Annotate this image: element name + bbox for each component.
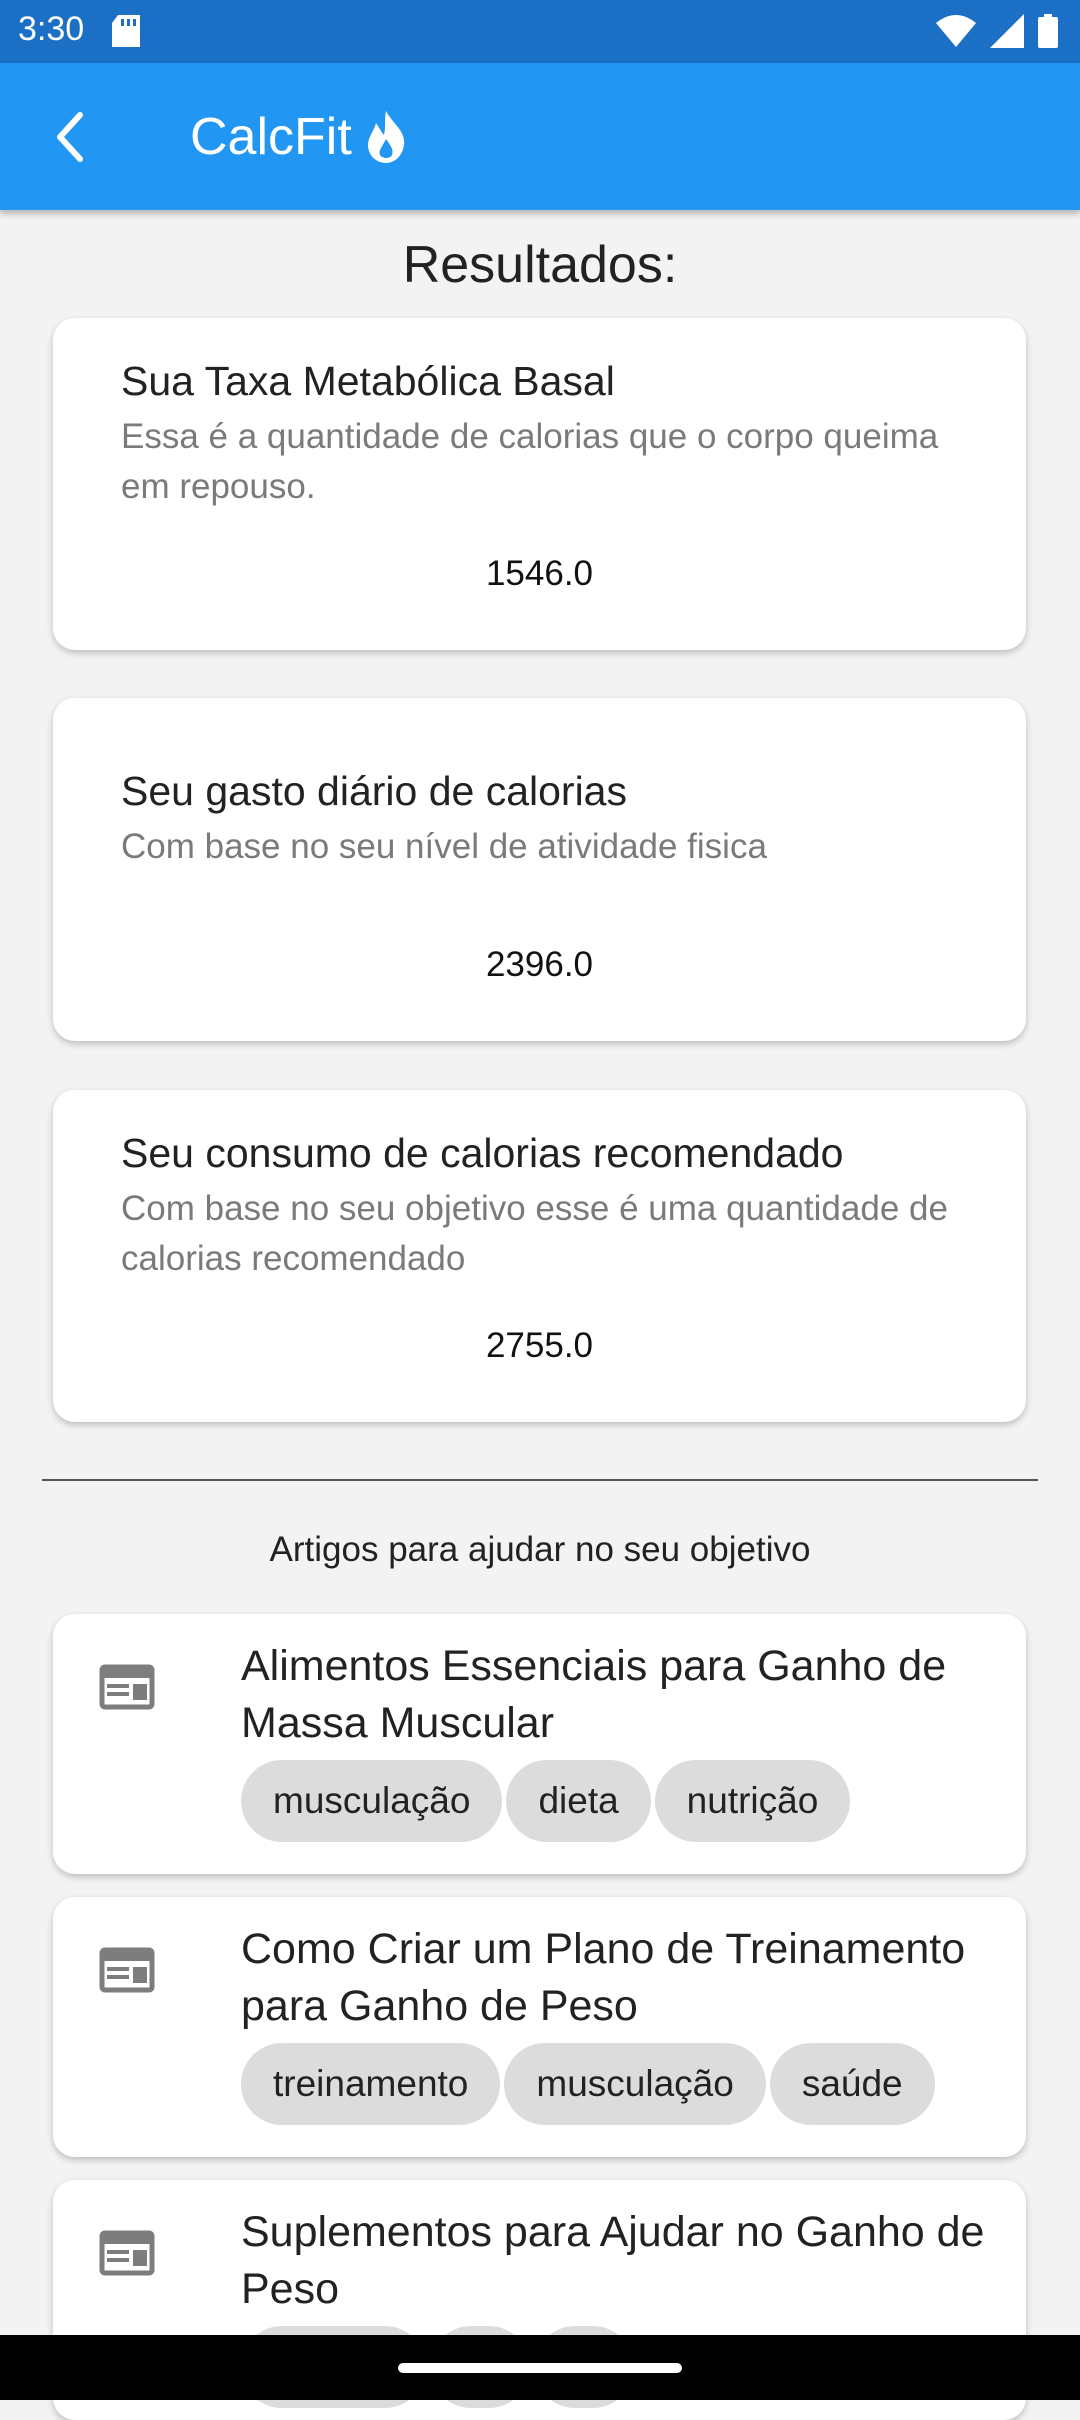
tag-list: musculação dieta nutrição: [241, 1760, 851, 1842]
article-title: Como Criar um Plano de Treinamento para …: [241, 1925, 966, 2030]
tag-chip[interactable]: dieta: [506, 1760, 651, 1842]
card-value: 2396.0: [485, 945, 594, 984]
tag-chip[interactable]: musculação: [504, 2043, 766, 2125]
bmr-card: Sua Taxa Metabólica Basal Essa é a quant…: [53, 318, 1026, 650]
card-title: Seu consumo de calorias recomendado: [121, 1130, 844, 1176]
card-title: Sua Taxa Metabólica Basal: [121, 358, 615, 404]
article-icon: [99, 2230, 155, 2281]
articles-section-label: Artigos para ajudar no seu objetivo: [269, 1530, 811, 1569]
tag-chip[interactable]: saúde: [769, 2043, 935, 2125]
app-bar: CalcFit: [0, 63, 1080, 210]
article-card[interactable]: Como Criar um Plano de Treinamento para …: [53, 1897, 1026, 2157]
tag-chip[interactable]: treinamento: [241, 2043, 501, 2125]
sd-card-icon: [112, 15, 140, 52]
results-heading: Resultados:: [402, 236, 678, 294]
card-subtitle: Com base no seu objetivo esse é uma quan…: [121, 1189, 948, 1278]
app-title: CalcFit: [190, 108, 352, 166]
divider: [42, 1479, 1038, 1481]
card-title: Seu gasto diário de calorias: [121, 768, 627, 814]
card-subtitle: Com base no seu nível de atividade fisic…: [121, 827, 767, 866]
wifi-icon: [936, 15, 976, 52]
tag-chip[interactable]: nutrição: [654, 1760, 851, 1842]
card-subtitle: Essa é a quantidade de calorias que o co…: [121, 417, 939, 506]
card-value: 2755.0: [485, 1326, 594, 1365]
status-bar: 3:30: [0, 0, 1080, 63]
article-card[interactable]: Alimentos Essenciais para Ganho de Massa…: [53, 1614, 1026, 1874]
article-title: Alimentos Essenciais para Ganho de Massa…: [241, 1642, 947, 1747]
tag-list: treinamento musculação saúde: [241, 2043, 935, 2125]
daily-expenditure-card: Seu gasto diário de calorias Com base no…: [53, 698, 1026, 1041]
back-arrow-icon[interactable]: [46, 107, 106, 167]
status-time: 3:30: [18, 10, 85, 48]
flame-icon: [362, 109, 410, 170]
card-value: 1546.0: [485, 554, 594, 593]
system-navigation-bar: [0, 2335, 1080, 2400]
article-icon: [99, 1947, 155, 1998]
recommended-intake-card: Seu consumo de calorias recomendado Com …: [53, 1090, 1026, 1422]
article-icon: [99, 1664, 155, 1715]
tag-chip[interactable]: musculação: [241, 1760, 503, 1842]
home-gesture-handle[interactable]: [398, 2363, 682, 2373]
article-title: Suplementos para Ajudar no Ganho de Peso: [241, 2208, 985, 2313]
battery-icon: [1038, 14, 1058, 53]
signal-icon: [990, 14, 1024, 53]
